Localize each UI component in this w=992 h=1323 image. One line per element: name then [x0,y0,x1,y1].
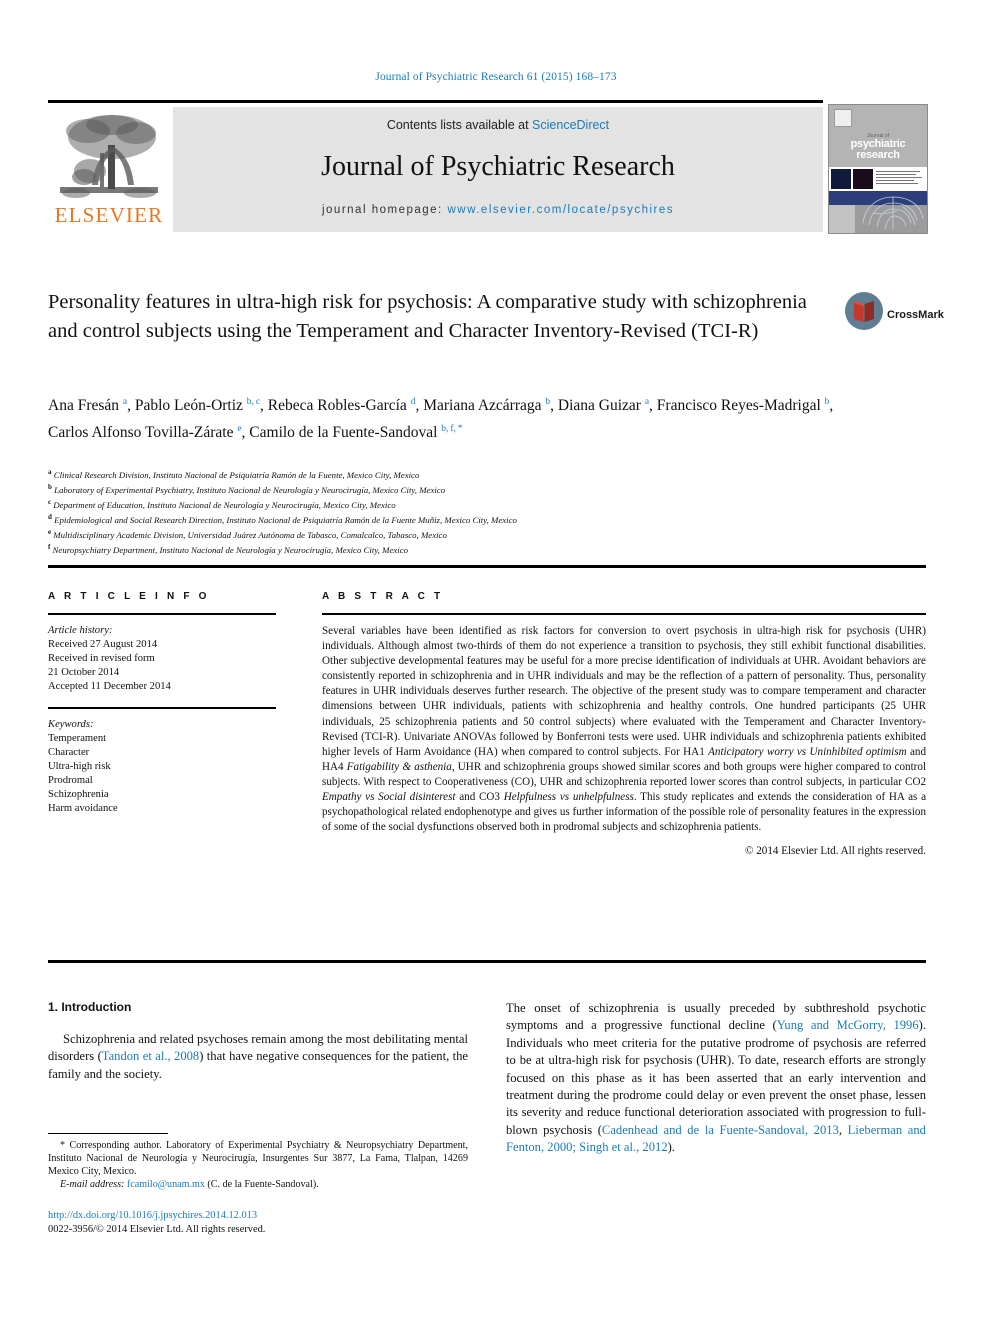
keywords-lines: Temperament Character Ultra-high risk Prodr… [48,732,276,816]
article-history-lines: Received 27 August 2014 Received in revis… [48,638,276,694]
crossmark-book-icon [854,301,874,322]
affiliation-item: e Multidisciplinary Academic Division, U… [48,526,848,541]
keyword-item: Character [48,747,90,758]
contents-available-line: Contents lists available at ScienceDirec… [173,118,823,132]
intro-paragraph-right: The onset of schizophrenia is usually pr… [506,1001,926,1155]
affiliation-text: Clinical Research Division, Instituto Na… [51,469,420,480]
abstract-body: Several variables have been identified a… [322,625,927,834]
abstract-column: A B S T R A C T Several variables have b… [322,591,926,857]
crossmark-label: CrossMark [887,309,944,321]
cover-scan-image-right [853,169,873,189]
issn-copyright-line: 0022-3956/© 2014 Elsevier Ltd. All right… [48,1224,266,1235]
affiliation-list: a Clinical Research Division, Instituto … [48,466,848,556]
affiliation-item: c Department of Education, Instituto Nac… [48,496,848,511]
journal-title: Journal of Psychiatric Research [321,151,675,182]
cover-publisher-mark [834,109,852,127]
article-info-heading: A R T I C L E I N F O [48,591,210,602]
abstract-copyright: © 2014 Elsevier Ltd. All rights reserved… [745,845,926,858]
affiliation-text: Department of Education, Instituto Nacio… [51,499,396,510]
cover-text-lines [876,171,924,187]
doi-link[interactable]: http://dx.doi.org/10.1016/j.jpsychires.2… [48,1209,468,1223]
article-history-block: Article history: Received 27 August 2014… [48,624,276,694]
journal-cover-thumbnail: Journal of psychiatric research [828,104,928,234]
affiliation-text: Laboratory of Experimental Psychiatry, I… [51,484,446,495]
elsevier-logo: ELSEVIER [48,107,170,232]
keyword-item: Harm avoidance [48,803,118,814]
affiliation-item: f Neuropsychiatry Department, Instituto … [48,541,848,556]
affiliation-item: d Epidemiological and Social Research Di… [48,511,848,526]
abstract-section-top-rule [48,565,926,568]
author-list: Ana Fresán a, Pablo León-Ortiz b, c, Reb… [48,397,834,441]
affiliation-text: Neuropsychiatry Department, Instituto Na… [50,545,409,555]
body-column-left: 1. Introduction Schizophrenia and relate… [48,1000,468,1083]
sciencedirect-link[interactable]: ScienceDirect [532,118,609,132]
homepage-url-link[interactable]: www.elsevier.com/locate/psychires [447,204,674,216]
article-history-line: Received in revised form [48,653,155,664]
cover-bottom-left-panel [829,205,855,233]
keyword-item: Temperament [48,733,107,744]
affiliation-item: b Laboratory of Experimental Psychiatry,… [48,481,848,496]
intro-paragraph-left: Schizophrenia and related psychoses rema… [48,1032,469,1081]
journal-masthead: ELSEVIER Contents lists available at Sci… [48,107,823,232]
journal-homepage-line: journal homepage: www.elsevier.com/locat… [173,204,823,216]
homepage-prefix: journal homepage: [321,204,448,216]
footnote-block: * Corresponding author. Laboratory of Ex… [48,1139,468,1191]
masthead-band: Contents lists available at ScienceDirec… [173,107,823,232]
paper-page: Journal of Psychiatric Research 61 (2015… [0,0,992,1323]
affiliation-text: Epidemiological and Social Research Dire… [51,514,517,525]
affiliation-text: Multidisciplinary Academic Division, Uni… [51,529,447,540]
email-address-note: E-mail address: fcamilo@unam.mx (C. de l… [60,1179,319,1190]
cover-line3: research [856,149,900,161]
corresponding-author-note: * Corresponding author. Laboratory of Ex… [48,1140,468,1177]
keyword-item: Prodromal [48,775,93,786]
crossmark-badge[interactable]: CrossMark [845,292,944,332]
masthead-top-rule [48,100,823,103]
abstract-rule [322,613,926,615]
running-head: Journal of Psychiatric Research 61 (2015… [375,71,617,83]
cover-brain-icon [862,196,924,230]
article-info-rule [48,613,276,615]
elsevier-tree-icon [60,115,158,198]
keyword-item: Ultra-high risk [48,761,111,772]
keyword-item: Schizophrenia [48,789,109,800]
contents-prefix: Contents lists available at [386,118,533,132]
cover-scan-image-left [831,169,851,189]
article-history-line: Accepted 11 December 2014 [48,681,171,692]
section-heading-introduction: 1. Introduction [48,1000,132,1014]
article-history-line: 21 October 2014 [48,667,120,678]
elsevier-wordmark: ELSEVIER [54,203,164,227]
article-info-column: A R T I C L E I N F O Article history: R… [48,591,276,816]
doi-block: http://dx.doi.org/10.1016/j.jpsychires.2… [48,1209,468,1237]
body-column-right: The onset of schizophrenia is usually pr… [506,1000,926,1157]
article-history-label: Article history: [48,625,113,636]
affiliation-item: a Clinical Research Division, Instituto … [48,466,848,481]
abstract-section-bottom-rule [48,960,926,963]
keywords-block: Keywords: Temperament Character Ultra-high… [48,718,276,816]
keywords-rule [48,707,276,709]
article-history-line: Received 27 August 2014 [48,639,158,650]
abstract-heading: A B S T R A C T [322,591,444,602]
footnote-separator-rule [48,1133,168,1134]
page-title: Personality features in ultra-high risk … [48,291,807,342]
keywords-label: Keywords: [48,719,94,730]
